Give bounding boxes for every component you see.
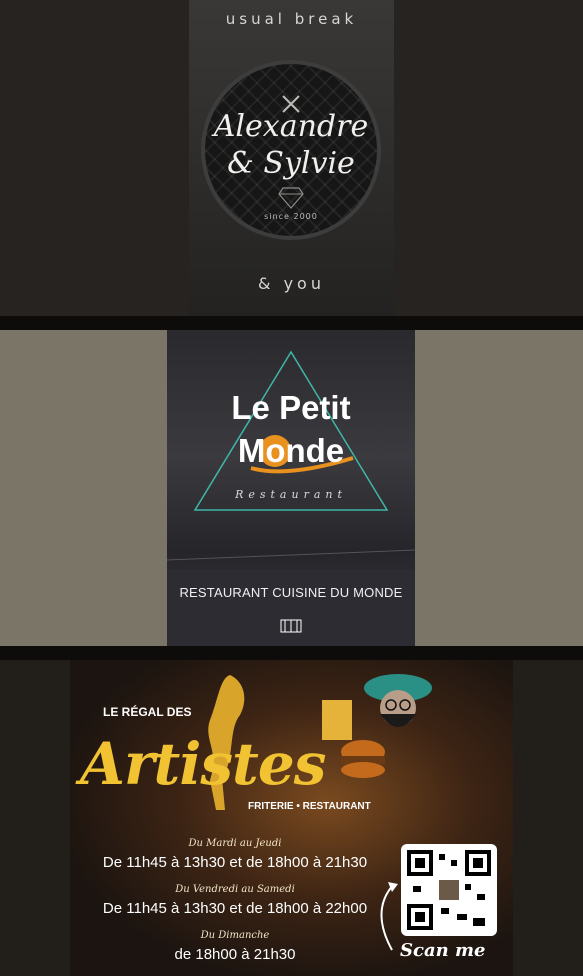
business-card-panel-2: Le Petit Monde Restaurant RESTAURANT CUI… [0,330,583,646]
business-card-panel-1: usual break Alexandre & Sylvie since 200… [0,0,583,316]
logo-circle: Alexandre & Sylvie since 2000 [201,60,381,240]
qr-code-icon [407,850,491,930]
divider [0,646,583,660]
regal-des-artistes-card: LE RÉGAL DES Artistes FRITERIE • RESTAUR… [70,660,513,976]
business-card-panel-3: LE RÉGAL DES Artistes FRITERIE • RESTAUR… [0,660,583,976]
card-top-text: usual break [225,10,358,28]
fork-icon [280,619,302,633]
qr-code[interactable] [401,844,497,936]
card-bottom-text: & you [258,274,325,293]
diamond-icon [278,187,304,209]
scan-me-label: Scan me [400,940,486,961]
divider [0,316,583,330]
alexandre-sylvie-card: usual break Alexandre & Sylvie since 200… [189,0,394,316]
since-text: since 2000 [264,212,318,221]
le-petit-monde-card: Le Petit Monde Restaurant RESTAURANT CUI… [167,330,415,646]
